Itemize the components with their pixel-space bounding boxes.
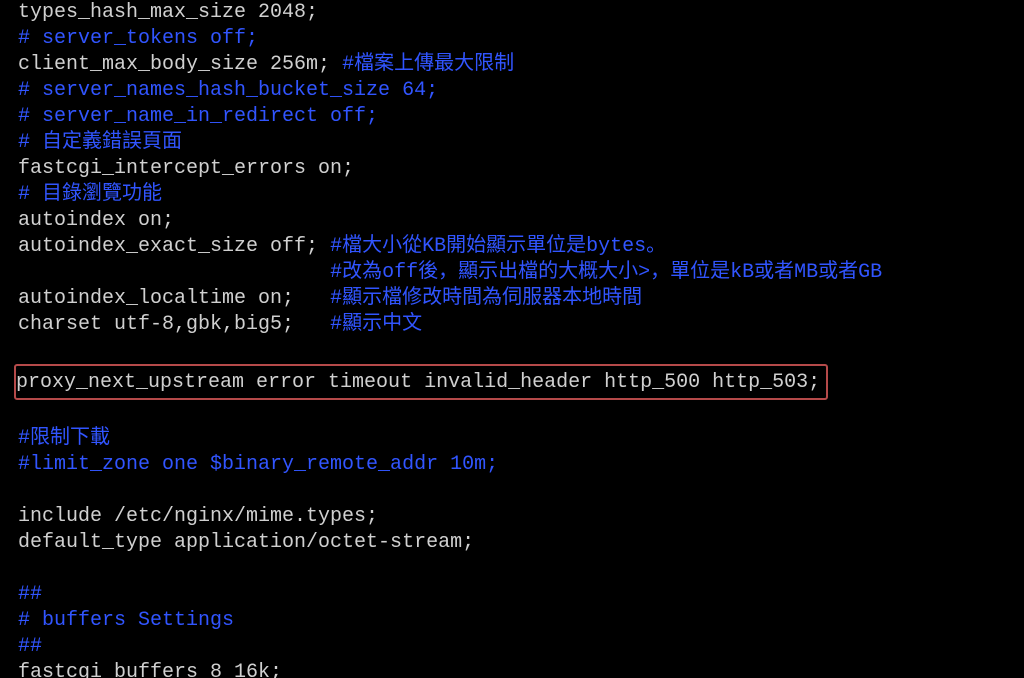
code-text: charset utf-8,gbk,big5; bbox=[18, 313, 330, 336]
code-line: # 自定義錯誤頁面 bbox=[18, 130, 1006, 156]
code-line: default_type application/octet-stream; bbox=[18, 530, 1006, 556]
code-line: autoindex on; bbox=[18, 208, 1006, 234]
code-line: fastcgi_buffers 8 16k; bbox=[18, 660, 1006, 678]
code-comment: #檔案上傳最大限制 bbox=[342, 53, 514, 76]
code-comment: #檔大小從KB開始顯示單位是bytes。 bbox=[330, 235, 666, 258]
code-text: proxy_next_upstream error timeout invali… bbox=[16, 371, 820, 394]
code-comment: # server_tokens off; bbox=[18, 27, 258, 50]
nginx-config-code-block: types_hash_max_size 2048; # server_tokens… bbox=[0, 0, 1024, 678]
code-line bbox=[18, 338, 1006, 364]
highlighted-directive: proxy_next_upstream error timeout invali… bbox=[14, 364, 828, 400]
code-line: ## bbox=[18, 634, 1006, 660]
code-comment: #改為off後，顯示出檔的大概大小>，單位是kB或者MB或者GB bbox=[330, 261, 882, 284]
code-comment: ## bbox=[18, 635, 42, 658]
code-comment: #顯示中文 bbox=[330, 313, 422, 336]
code-comment: #顯示檔修改時間為伺服器本地時間 bbox=[330, 287, 642, 310]
code-line: # 目錄瀏覽功能 bbox=[18, 182, 1006, 208]
code-text bbox=[18, 339, 30, 362]
code-line: include /etc/nginx/mime.types; bbox=[18, 504, 1006, 530]
code-line: fastcgi_intercept_errors on; bbox=[18, 156, 1006, 182]
code-comment: # server_name_in_redirect off; bbox=[18, 105, 378, 128]
code-line: charset utf-8,gbk,big5; #顯示中文 bbox=[18, 312, 1006, 338]
code-text bbox=[18, 401, 30, 424]
code-line: types_hash_max_size 2048; bbox=[18, 0, 1006, 26]
code-text: default_type application/octet-stream; bbox=[18, 531, 474, 554]
code-line: # server_names_hash_bucket_size 64; bbox=[18, 78, 1006, 104]
code-comment: # buffers Settings bbox=[18, 609, 234, 632]
code-line: # buffers Settings bbox=[18, 608, 1006, 634]
code-line: client_max_body_size 256m; #檔案上傳最大限制 bbox=[18, 52, 1006, 78]
code-text bbox=[18, 557, 30, 580]
code-text bbox=[18, 479, 30, 502]
code-line: autoindex_exact_size off; #檔大小從KB開始顯示單位是… bbox=[18, 234, 1006, 260]
code-comment: # 目錄瀏覽功能 bbox=[18, 183, 162, 206]
code-text: client_max_body_size 256m; bbox=[18, 53, 342, 76]
code-line: proxy_next_upstream error timeout invali… bbox=[18, 364, 1006, 400]
code-line bbox=[18, 400, 1006, 426]
code-line: #改為off後，顯示出檔的大概大小>，單位是kB或者MB或者GB bbox=[18, 260, 1006, 286]
code-line: ## bbox=[18, 582, 1006, 608]
code-text: autoindex_exact_size off; bbox=[18, 235, 330, 258]
code-text: include /etc/nginx/mime.types; bbox=[18, 505, 378, 528]
code-comment: # 自定義錯誤頁面 bbox=[18, 131, 182, 154]
code-line: #limit_zone one $binary_remote_addr 10m; bbox=[18, 452, 1006, 478]
code-text: fastcgi_intercept_errors on; bbox=[18, 157, 354, 180]
code-line bbox=[18, 478, 1006, 504]
code-text: types_hash_max_size 2048; bbox=[18, 1, 318, 24]
code-comment: # server_names_hash_bucket_size 64; bbox=[18, 79, 438, 102]
code-line: autoindex_localtime on; #顯示檔修改時間為伺服器本地時間 bbox=[18, 286, 1006, 312]
code-comment: ## bbox=[18, 583, 42, 606]
code-text: fastcgi_buffers 8 16k; bbox=[18, 661, 282, 678]
code-text: autoindex on; bbox=[18, 209, 174, 232]
code-line: # server_tokens off; bbox=[18, 26, 1006, 52]
code-line bbox=[18, 556, 1006, 582]
code-comment: #limit_zone one $binary_remote_addr 10m; bbox=[18, 453, 498, 476]
code-line: # server_name_in_redirect off; bbox=[18, 104, 1006, 130]
code-text: autoindex_localtime on; bbox=[18, 287, 330, 310]
code-comment: #限制下載 bbox=[18, 427, 110, 450]
code-text bbox=[18, 261, 330, 284]
code-line: #限制下載 bbox=[18, 426, 1006, 452]
